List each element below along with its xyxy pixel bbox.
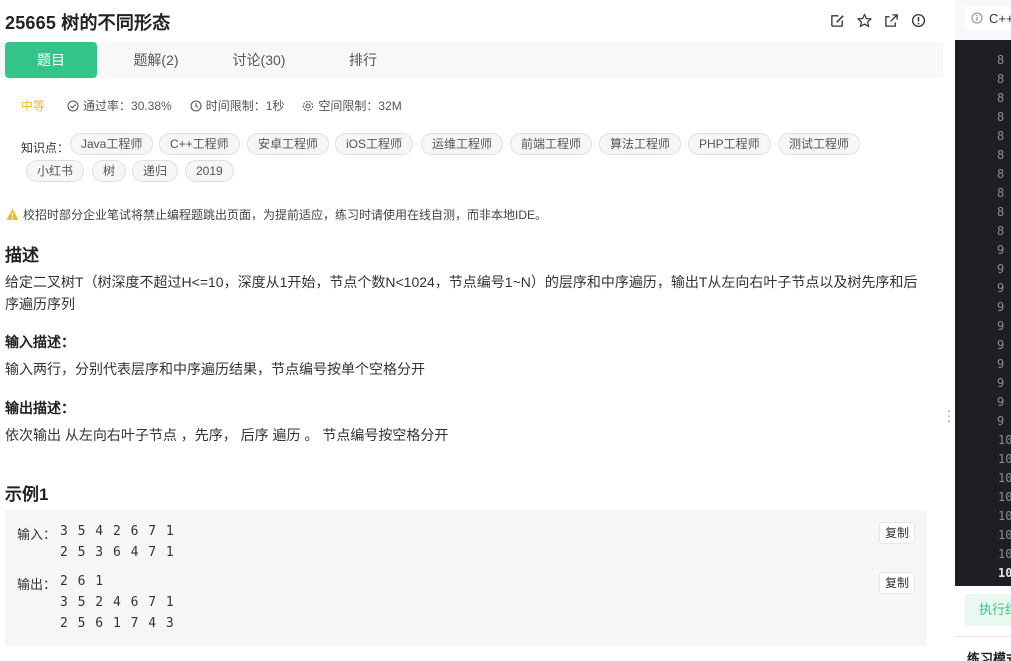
practice-mode-label: 练习模式: [967, 651, 1011, 661]
problem-panel: 25665 树的不同形态 题目 题解(2) 讨论(30) 排行 中等 通过率：3…: [0, 0, 943, 661]
example-heading: 示例1: [5, 485, 49, 504]
input-description: 输入两行，分别代表层序和中序遍历结果，节点编号按单个空格分开: [5, 361, 425, 377]
warning-notice: 校招时部分企业笔试将禁止编程题跳出页面，为提前适应，练习时请使用在线自测，而非本…: [6, 206, 547, 223]
example-output-label: 输出：: [17, 577, 57, 592]
editor-panel: C++ 8 8 8 8 8 8 8 8 8 8 9 9 9 9 9 9 9 9 …: [955, 0, 1011, 661]
line-number: 9: [997, 262, 1005, 276]
language-bar: C++: [955, 0, 1011, 40]
tag-ops[interactable]: 运维工程师: [421, 133, 504, 155]
output-heading: 输出描述：: [5, 400, 75, 416]
tag-algorithm[interactable]: 算法工程师: [599, 133, 682, 155]
line-number: 10: [998, 547, 1011, 561]
drag-handle-icon[interactable]: · · ·: [946, 403, 952, 427]
example-output-line: 2 5 6 1 7 4 3: [60, 616, 175, 631]
line-number: 8: [997, 91, 1005, 105]
line-number: 10: [998, 528, 1011, 542]
line-number: 8: [997, 129, 1005, 143]
line-number: 9: [997, 319, 1005, 333]
input-heading: 输入描述：: [5, 334, 75, 350]
example-output-line: 2 6 1: [60, 574, 105, 589]
knowledge-label: 知识点：: [21, 141, 70, 155]
line-number: 10: [998, 452, 1011, 466]
problem-title: 25665 树的不同形态: [5, 13, 171, 33]
description-heading: 描述: [5, 246, 39, 265]
info-icon: [971, 12, 983, 24]
code-editor[interactable]: 8 8 8 8 8 8 8 8 8 8 9 9 9 9 9 9 9 9 9 9 …: [955, 40, 1011, 586]
line-number: 9: [997, 300, 1005, 314]
line-number: 8: [997, 186, 1005, 200]
example-input-label: 输入：: [17, 527, 57, 542]
line-number: 10: [998, 509, 1011, 523]
clock-icon: [190, 99, 202, 112]
gear-icon: [303, 100, 314, 111]
memory-limit: 空间限制：32M: [302, 97, 402, 114]
line-number: 10: [998, 490, 1011, 504]
tab-solutions[interactable]: 题解(2): [111, 42, 201, 78]
difficulty-badge: 中等: [21, 99, 46, 113]
line-number: 8: [997, 110, 1005, 124]
line-number: 10: [998, 471, 1011, 485]
description-line-2: 序遍历序列: [5, 296, 75, 312]
run-result-button[interactable]: 执行结果: [965, 594, 1011, 626]
line-number: 8: [997, 148, 1005, 162]
tag-ios[interactable]: iOS工程师: [335, 133, 414, 155]
line-number-current: 10: [998, 566, 1011, 580]
output-description: 依次输出 从左向右叶子节点 ，先序， 后序 遍历 。 节点编号按空格分开: [5, 427, 449, 443]
tab-discussion[interactable]: 讨论(30): [214, 42, 304, 78]
line-number: 9: [997, 414, 1005, 428]
copy-output-button[interactable]: 复制: [879, 572, 915, 594]
example-input-line: 3 5 4 2 6 7 1: [60, 524, 175, 539]
line-number: 8: [997, 53, 1005, 67]
line-number: 8: [997, 167, 1005, 181]
line-number: 8: [997, 205, 1005, 219]
tag-cpp[interactable]: C++工程师: [159, 133, 240, 155]
pass-rate: 通过率：30.38%: [67, 97, 172, 114]
line-number: 9: [997, 243, 1005, 257]
tag-2019[interactable]: 2019: [185, 160, 234, 182]
edit-icon[interactable]: [829, 12, 846, 29]
panel-divider[interactable]: [943, 0, 955, 661]
line-number: 9: [997, 357, 1005, 371]
tab-ranking[interactable]: 排行: [318, 42, 408, 78]
tab-bar: 题目 题解(2) 讨论(30) 排行: [0, 42, 943, 78]
example-box: 输入： 3 5 4 2 6 7 1 2 5 3 6 4 7 1 复制 输出： 2…: [5, 510, 927, 646]
share-icon[interactable]: [883, 12, 900, 29]
check-circle-icon: [67, 99, 79, 112]
line-number: 9: [997, 281, 1005, 295]
language-select[interactable]: C++: [965, 6, 1011, 30]
problem-meta: 中等 通过率：30.38% 时间限制：1秒 空间限制：32M: [21, 97, 420, 114]
description-line-1: 给定二叉树T（树深度不超过H<=10，深度从1开始，节点个数N<1024，节点编…: [5, 274, 918, 290]
title-bar: 25665 树的不同形态: [0, 0, 943, 42]
star-icon[interactable]: [856, 12, 873, 29]
line-number: 9: [997, 376, 1005, 390]
tag-xiaohongshu[interactable]: 小红书: [26, 160, 85, 182]
line-number: 8: [997, 224, 1005, 238]
title-actions: [829, 12, 927, 29]
report-icon[interactable]: [910, 12, 927, 29]
copy-input-button[interactable]: 复制: [879, 522, 915, 544]
example-output-line: 3 5 2 4 6 7 1: [60, 595, 175, 610]
line-number: 9: [997, 395, 1005, 409]
bottom-divider: [955, 636, 1011, 637]
tag-java[interactable]: Java工程师: [70, 133, 154, 155]
tag-android[interactable]: 安卓工程师: [247, 133, 330, 155]
tag-test[interactable]: 测试工程师: [778, 133, 861, 155]
tag-php[interactable]: PHP工程师: [688, 133, 771, 155]
tag-tree[interactable]: 树: [92, 160, 127, 182]
tab-problem[interactable]: 题目: [5, 42, 97, 78]
line-number: 9: [997, 338, 1005, 352]
line-number: 10: [998, 433, 1011, 447]
tag-recursion[interactable]: 递归: [132, 160, 179, 182]
time-limit: 时间限制：1秒: [190, 97, 284, 114]
line-number: 8: [997, 72, 1005, 86]
tag-frontend[interactable]: 前端工程师: [510, 133, 593, 155]
example-input-line: 2 5 3 6 4 7 1: [60, 545, 175, 560]
warning-icon: [6, 208, 19, 220]
